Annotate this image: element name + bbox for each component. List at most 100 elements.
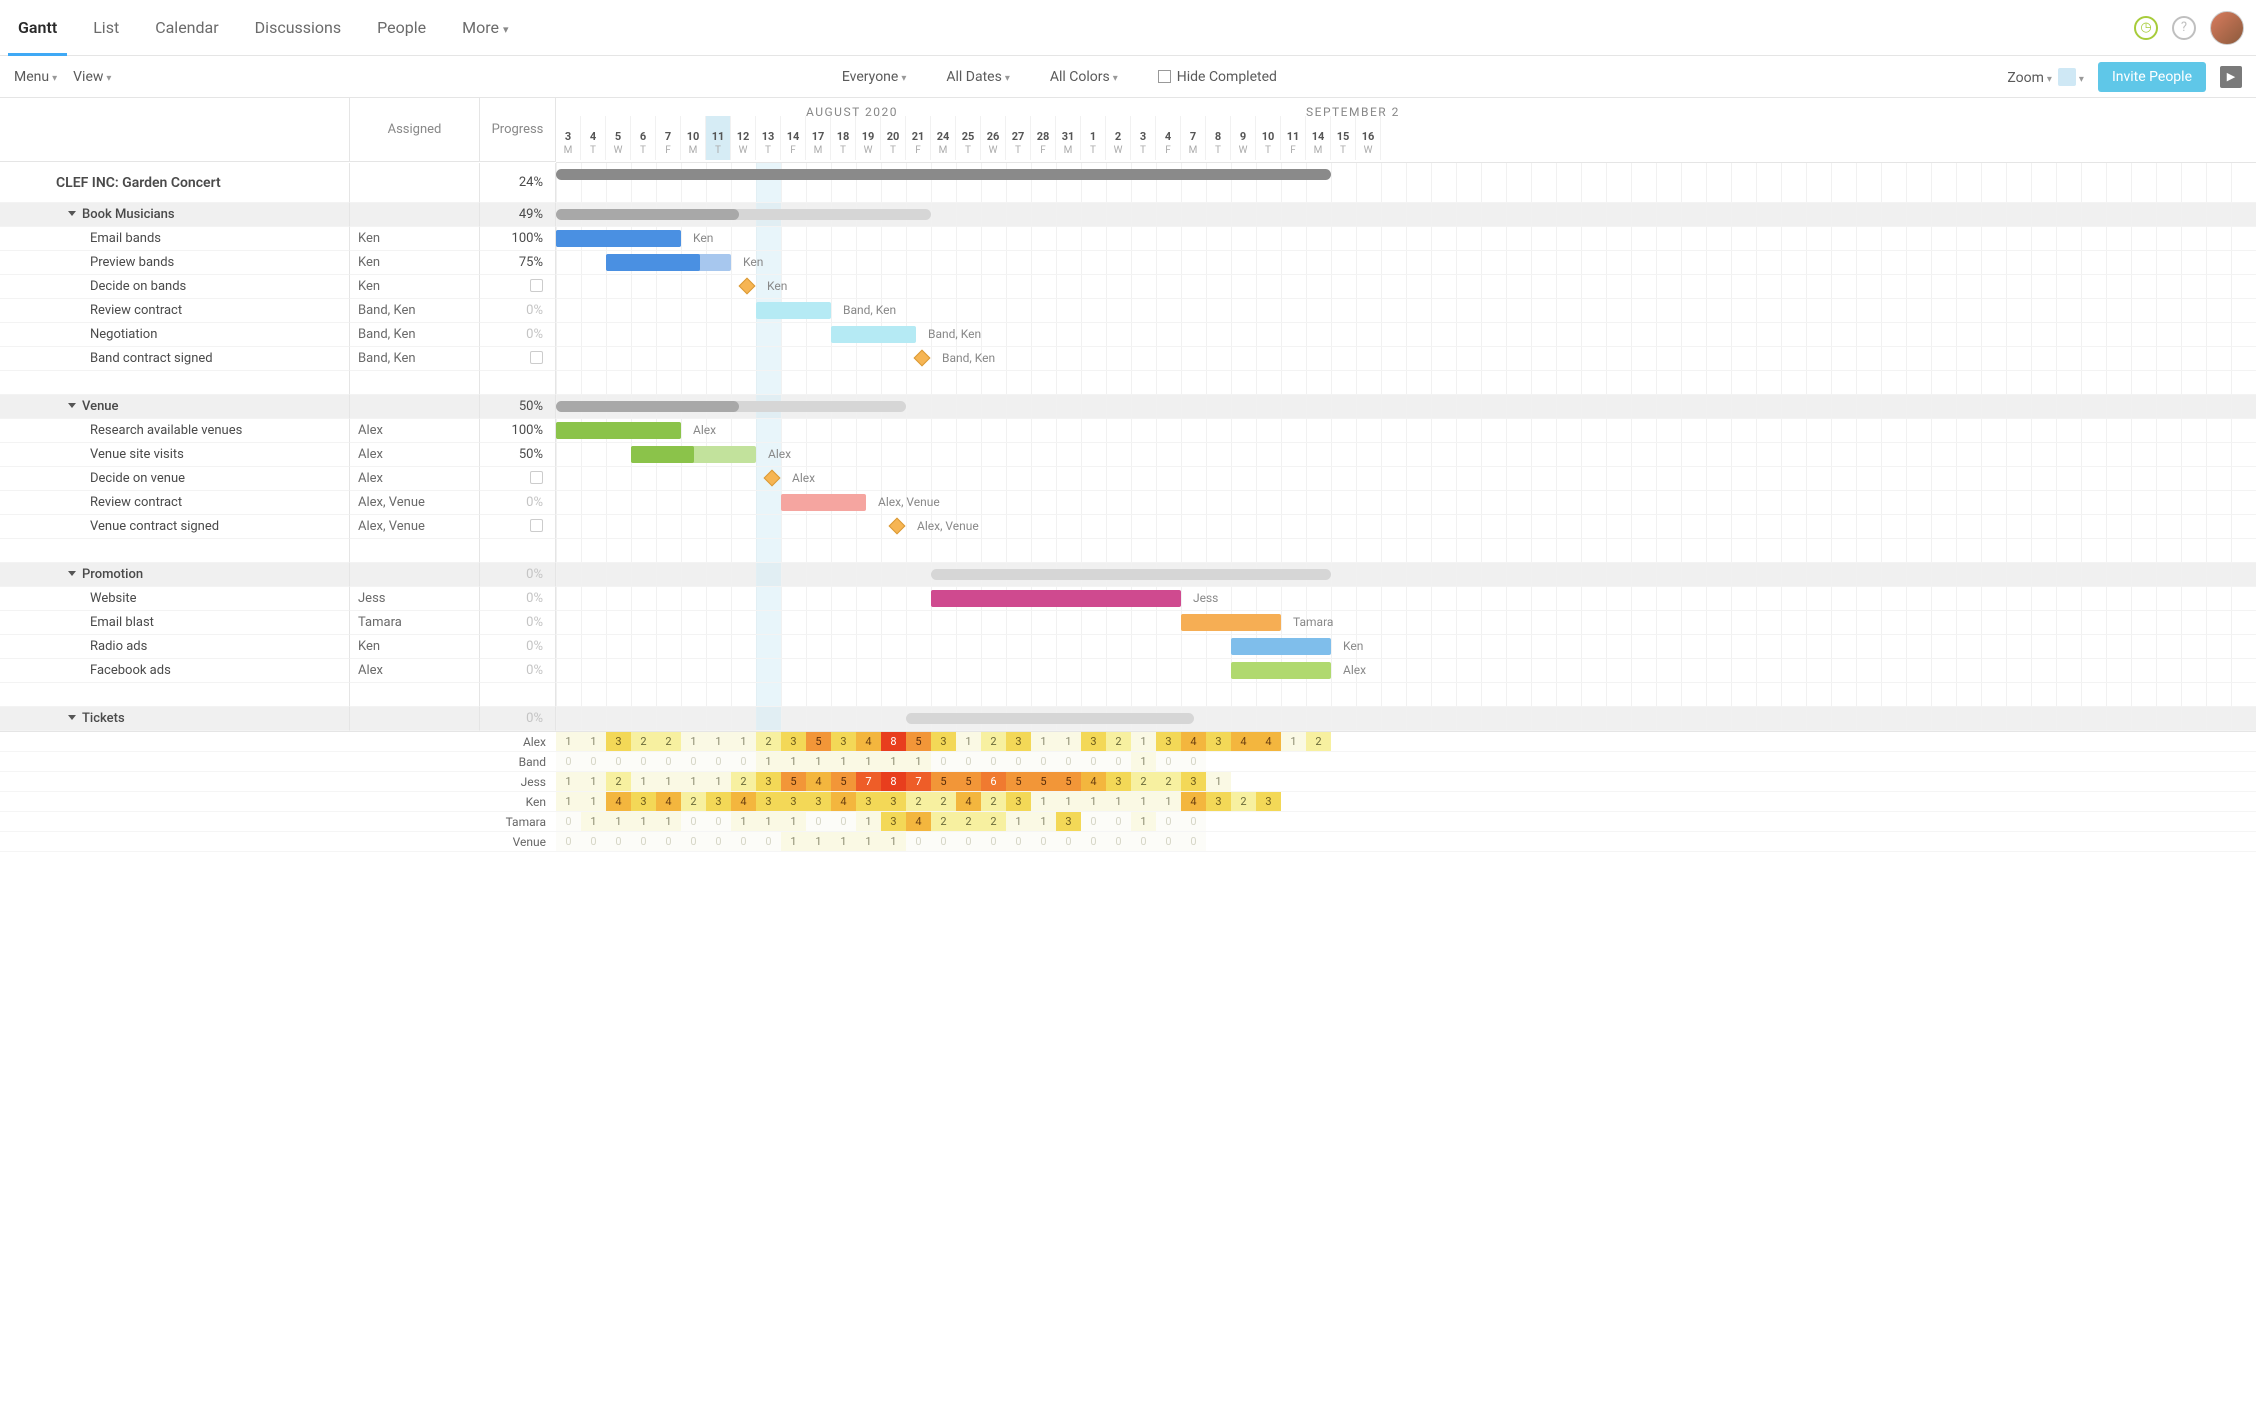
timeline-cell[interactable]: Jess (556, 587, 2256, 611)
invite-people-button[interactable]: Invite People (2098, 62, 2206, 92)
timeline-cell[interactable]: Alex, Venue (556, 491, 2256, 515)
task-bar[interactable] (556, 230, 681, 247)
hide-completed-checkbox[interactable]: Hide Completed (1158, 69, 1277, 85)
task-row[interactable]: Facebook ads (0, 659, 350, 683)
task-row[interactable] (0, 371, 350, 395)
summary-bar[interactable] (556, 169, 1331, 180)
task-bar[interactable] (1231, 662, 1331, 679)
assigned-cell: Alex (350, 443, 480, 467)
timeline-cell[interactable]: Alex (556, 443, 2256, 467)
task-bar[interactable] (556, 422, 681, 439)
timeline-cell[interactable] (556, 539, 2256, 563)
task-row[interactable]: Venue site visits (0, 443, 350, 467)
task-row[interactable]: Review contract (0, 491, 350, 515)
task-row[interactable]: Decide on bands (0, 275, 350, 299)
workload-person[interactable]: Venue (0, 832, 556, 852)
task-row[interactable]: Email bands (0, 227, 350, 251)
timeline-cell[interactable]: Band, Ken (556, 323, 2256, 347)
present-icon[interactable]: ▶ (2220, 66, 2242, 88)
workload-cell: 0 (656, 832, 681, 851)
filter-colors[interactable]: All Colors▾ (1050, 69, 1118, 85)
milestone-diamond[interactable] (764, 470, 781, 487)
task-row[interactable]: Email blast (0, 611, 350, 635)
workload-person[interactable]: Alex (0, 732, 556, 752)
task-row[interactable]: Review contract (0, 299, 350, 323)
timeline-cell[interactable] (556, 563, 2256, 587)
task-row[interactable]: Preview bands (0, 251, 350, 275)
summary-bar[interactable] (931, 569, 1331, 580)
view-dropdown[interactable]: View▾ (73, 69, 111, 85)
group-row[interactable]: Book Musicians (0, 203, 350, 227)
summary-bar[interactable] (556, 401, 906, 412)
task-bar[interactable] (781, 494, 866, 511)
help-icon[interactable]: ? (2172, 16, 2196, 40)
task-row[interactable]: Research available venues (0, 419, 350, 443)
task-bar[interactable] (1181, 614, 1281, 631)
group-row[interactable]: Promotion (0, 563, 350, 587)
workload-cell: 8 (881, 772, 906, 791)
task-bar[interactable] (631, 446, 756, 463)
day-col: 14F (781, 116, 806, 160)
summary-bar[interactable] (906, 713, 1194, 724)
timeline-cell[interactable]: Band, Ken (556, 347, 2256, 371)
task-bar[interactable] (831, 326, 916, 343)
nav-tab-gantt[interactable]: Gantt (0, 0, 75, 56)
zoom-dropdown[interactable]: Zoom▾▾ (2007, 68, 2084, 86)
task-bar[interactable] (606, 254, 731, 271)
filter-people[interactable]: Everyone▾ (842, 69, 906, 85)
task-row[interactable]: Decide on venue (0, 467, 350, 491)
timeline-cell[interactable]: Alex (556, 659, 2256, 683)
nav-tab-people[interactable]: People (359, 0, 444, 56)
task-row[interactable]: Website (0, 587, 350, 611)
timeline-cell[interactable]: Alex (556, 467, 2256, 491)
timeline-cell[interactable] (556, 683, 2256, 707)
clock-icon[interactable]: ◷ (2134, 16, 2158, 40)
task-row[interactable]: Band contract signed (0, 347, 350, 371)
timeline-cell[interactable]: Tamara (556, 611, 2256, 635)
timeline-cell[interactable]: Band, Ken (556, 299, 2256, 323)
task-bar[interactable] (1231, 638, 1331, 655)
group-row[interactable]: Venue (0, 395, 350, 419)
task-row[interactable]: Radio ads (0, 635, 350, 659)
timeline-cell[interactable]: Alex (556, 419, 2256, 443)
task-row[interactable] (0, 683, 350, 707)
timeline-cell[interactable]: Ken (556, 635, 2256, 659)
workload-cell: 0 (581, 752, 606, 771)
nav-tab-list[interactable]: List (75, 0, 137, 56)
milestone-diamond[interactable] (914, 350, 931, 367)
workload-person[interactable]: Band (0, 752, 556, 772)
workload-person[interactable]: Ken (0, 792, 556, 812)
timeline-cell[interactable]: Ken (556, 275, 2256, 299)
workload-cell: 4 (831, 792, 856, 811)
timeline-cell[interactable]: Ken (556, 251, 2256, 275)
task-row[interactable]: Venue contract signed (0, 515, 350, 539)
nav-tab-calendar[interactable]: Calendar (137, 0, 236, 56)
avatar[interactable] (2210, 11, 2244, 45)
timeline-cell[interactable]: Alex, Venue (556, 515, 2256, 539)
summary-bar[interactable] (556, 209, 931, 220)
task-row[interactable] (0, 539, 350, 563)
workload-cell: 0 (981, 752, 1006, 771)
nav-tab-discussions[interactable]: Discussions (237, 0, 359, 56)
workload-person[interactable]: Tamara (0, 812, 556, 832)
timeline-cell[interactable]: Ken (556, 227, 2256, 251)
filter-dates[interactable]: All Dates▾ (946, 69, 1009, 85)
timeline-cell[interactable] (556, 371, 2256, 395)
workload-row: 00000000011111000000000000 (556, 832, 2256, 852)
group-row[interactable]: Tickets (0, 707, 350, 731)
timeline-cell[interactable] (556, 203, 2256, 227)
task-row[interactable]: CLEF INC: Garden Concert (0, 163, 350, 203)
timeline-cell[interactable] (556, 163, 2256, 203)
milestone-diamond[interactable] (739, 278, 756, 295)
timeline-cell[interactable] (556, 395, 2256, 419)
task-row[interactable]: Negotiation (0, 323, 350, 347)
nav-tab-more[interactable]: More▾ (444, 0, 526, 56)
workload-person[interactable]: Jess (0, 772, 556, 792)
milestone-diamond[interactable] (889, 518, 906, 535)
menu-dropdown[interactable]: Menu▾ (14, 69, 57, 85)
task-bar[interactable] (931, 590, 1181, 607)
task-bar[interactable] (756, 302, 831, 319)
workload-cell: 2 (981, 812, 1006, 831)
timeline-cell[interactable] (556, 707, 2256, 731)
workload-cell: 0 (1006, 832, 1031, 851)
